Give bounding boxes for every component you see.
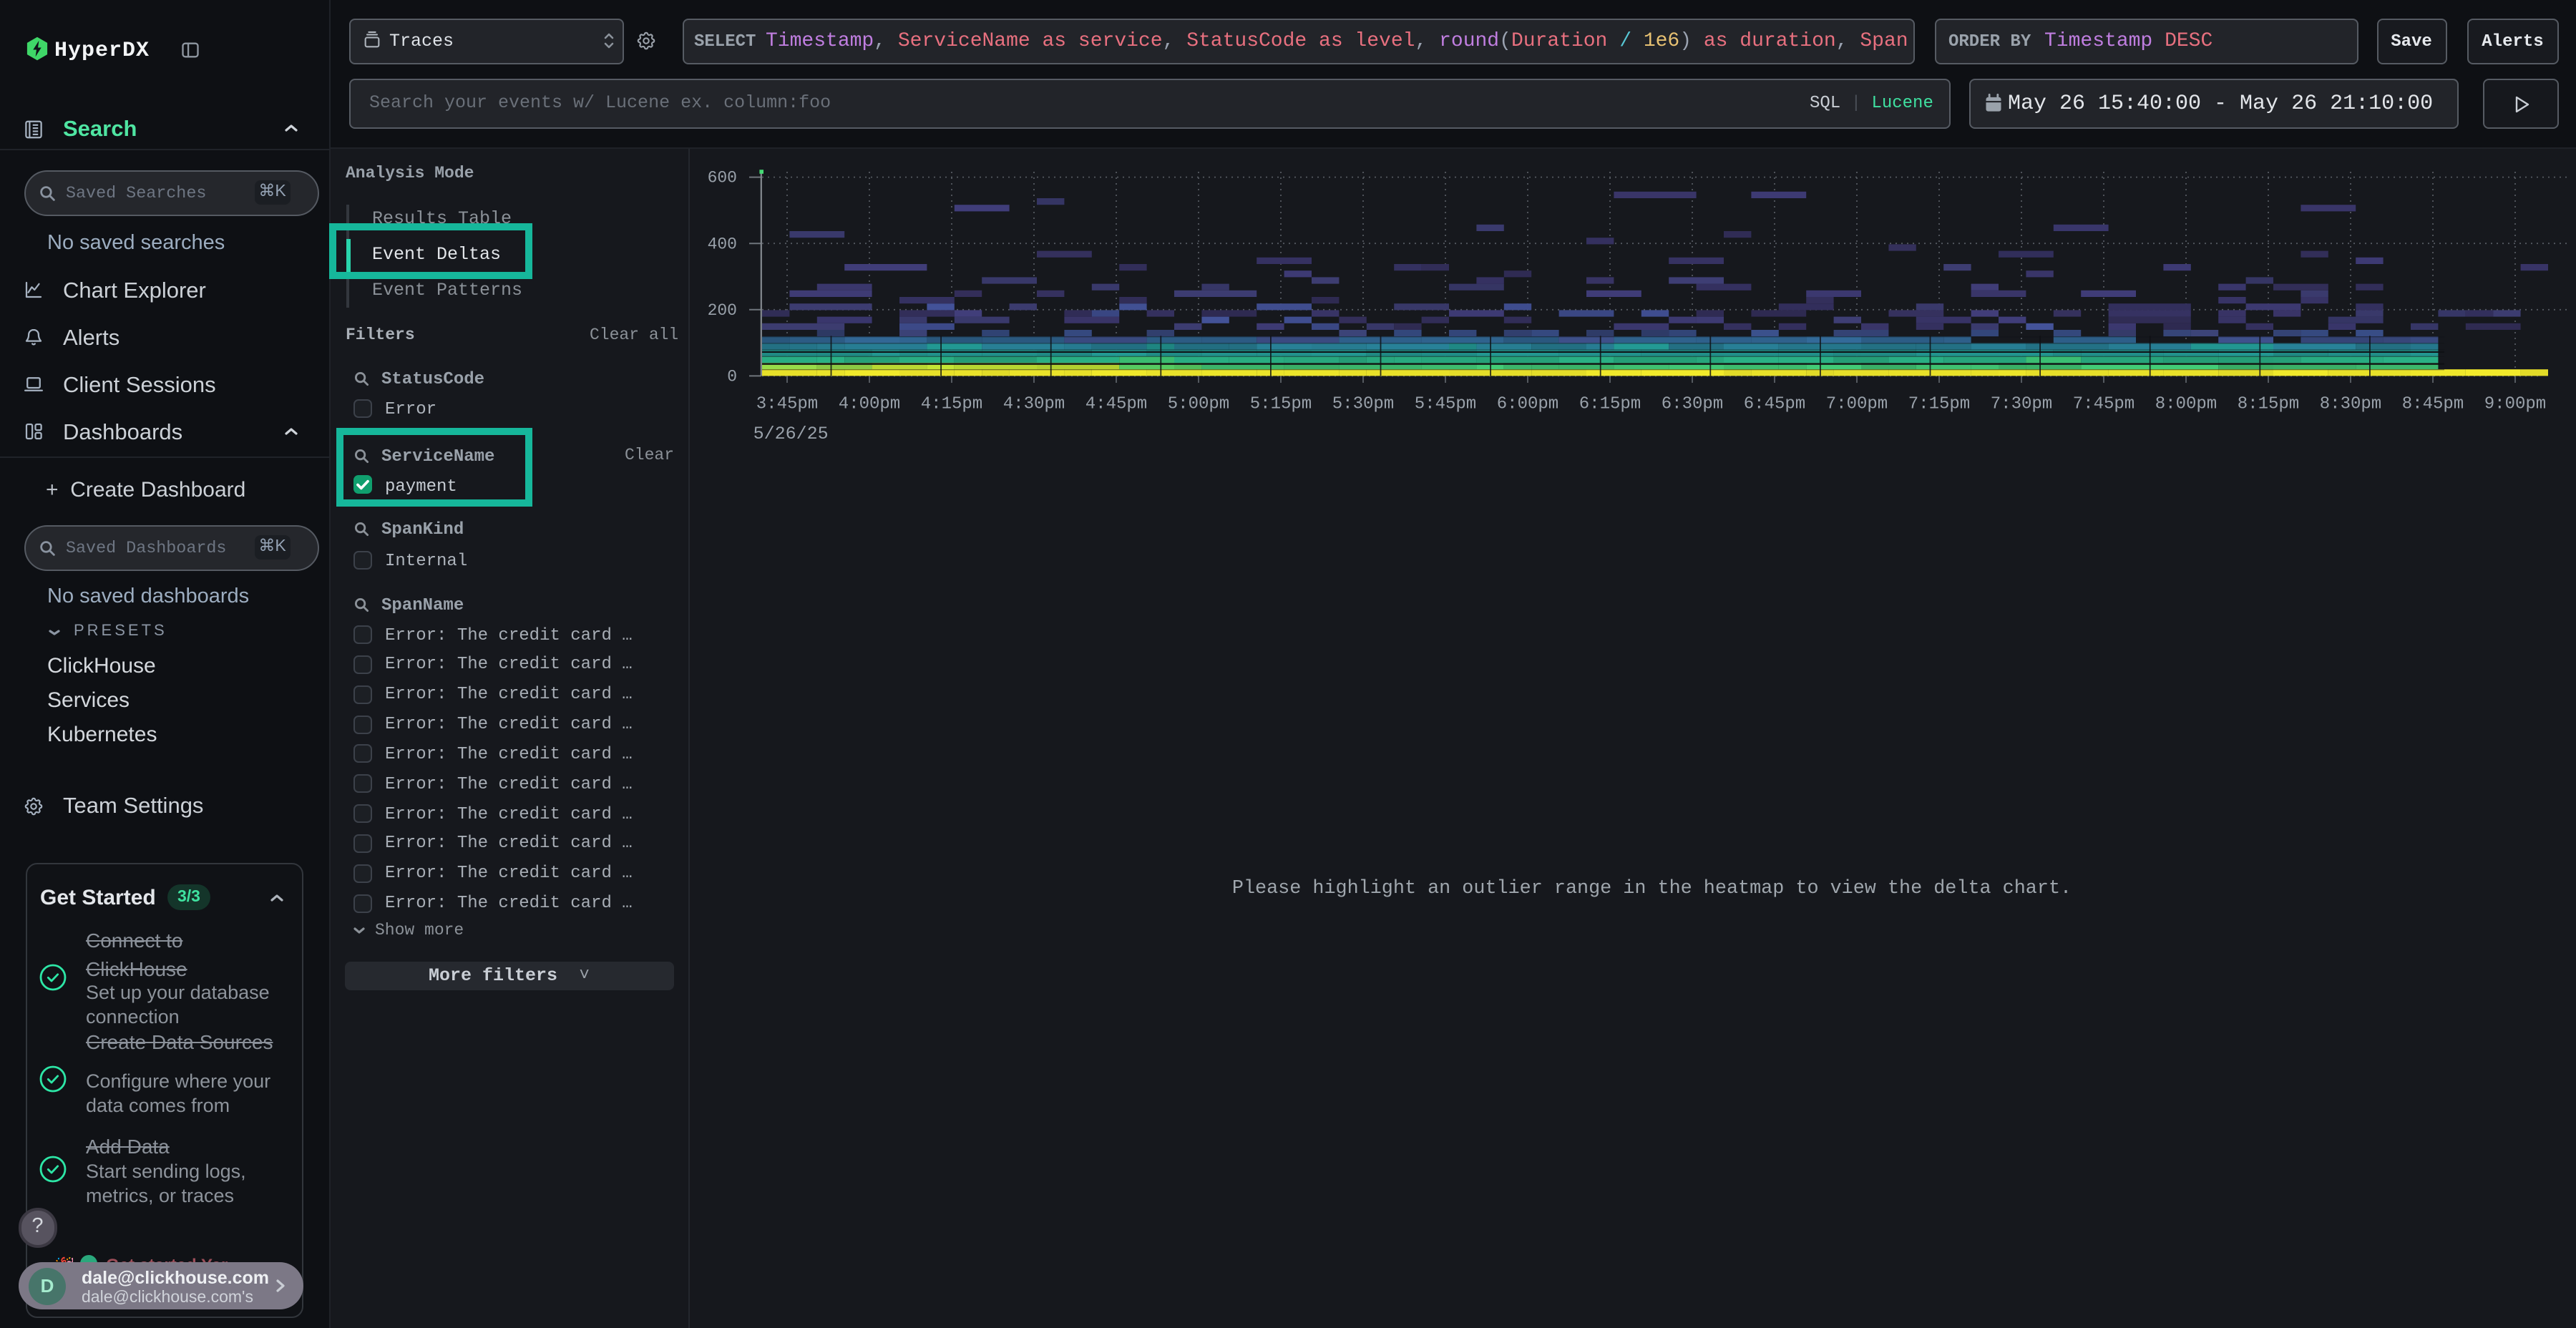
svg-text:5/26/25: 5/26/25	[753, 424, 829, 444]
svg-text:4:00pm: 4:00pm	[839, 394, 900, 414]
svg-text:0: 0	[727, 367, 737, 386]
svg-text:5:15pm: 5:15pm	[1250, 394, 1312, 414]
svg-text:9:00pm: 9:00pm	[2484, 394, 2546, 414]
svg-text:8:30pm: 8:30pm	[2320, 394, 2381, 414]
svg-text:600: 600	[708, 169, 737, 187]
svg-text:6:45pm: 6:45pm	[1744, 394, 1805, 414]
svg-text:4:30pm: 4:30pm	[1003, 394, 1065, 414]
svg-text:5:30pm: 5:30pm	[1332, 394, 1394, 414]
svg-text:5:45pm: 5:45pm	[1415, 394, 1476, 414]
svg-text:7:45pm: 7:45pm	[2073, 394, 2135, 414]
svg-text:7:15pm: 7:15pm	[1908, 394, 1970, 414]
svg-text:8:00pm: 8:00pm	[2155, 394, 2217, 414]
svg-text:8:45pm: 8:45pm	[2402, 394, 2464, 414]
svg-text:200: 200	[708, 301, 737, 320]
svg-text:4:45pm: 4:45pm	[1085, 394, 1147, 414]
svg-text:6:15pm: 6:15pm	[1579, 394, 1641, 414]
svg-text:4:15pm: 4:15pm	[921, 394, 982, 414]
svg-text:3:45pm: 3:45pm	[756, 394, 818, 414]
svg-text:5:00pm: 5:00pm	[1168, 394, 1229, 414]
svg-text:6:30pm: 6:30pm	[1662, 394, 1723, 414]
svg-text:6:00pm: 6:00pm	[1497, 394, 1558, 414]
svg-text:7:30pm: 7:30pm	[1991, 394, 2052, 414]
svg-text:400: 400	[708, 235, 737, 253]
svg-text:8:15pm: 8:15pm	[2238, 394, 2299, 414]
svg-text:7:00pm: 7:00pm	[1826, 394, 1888, 414]
